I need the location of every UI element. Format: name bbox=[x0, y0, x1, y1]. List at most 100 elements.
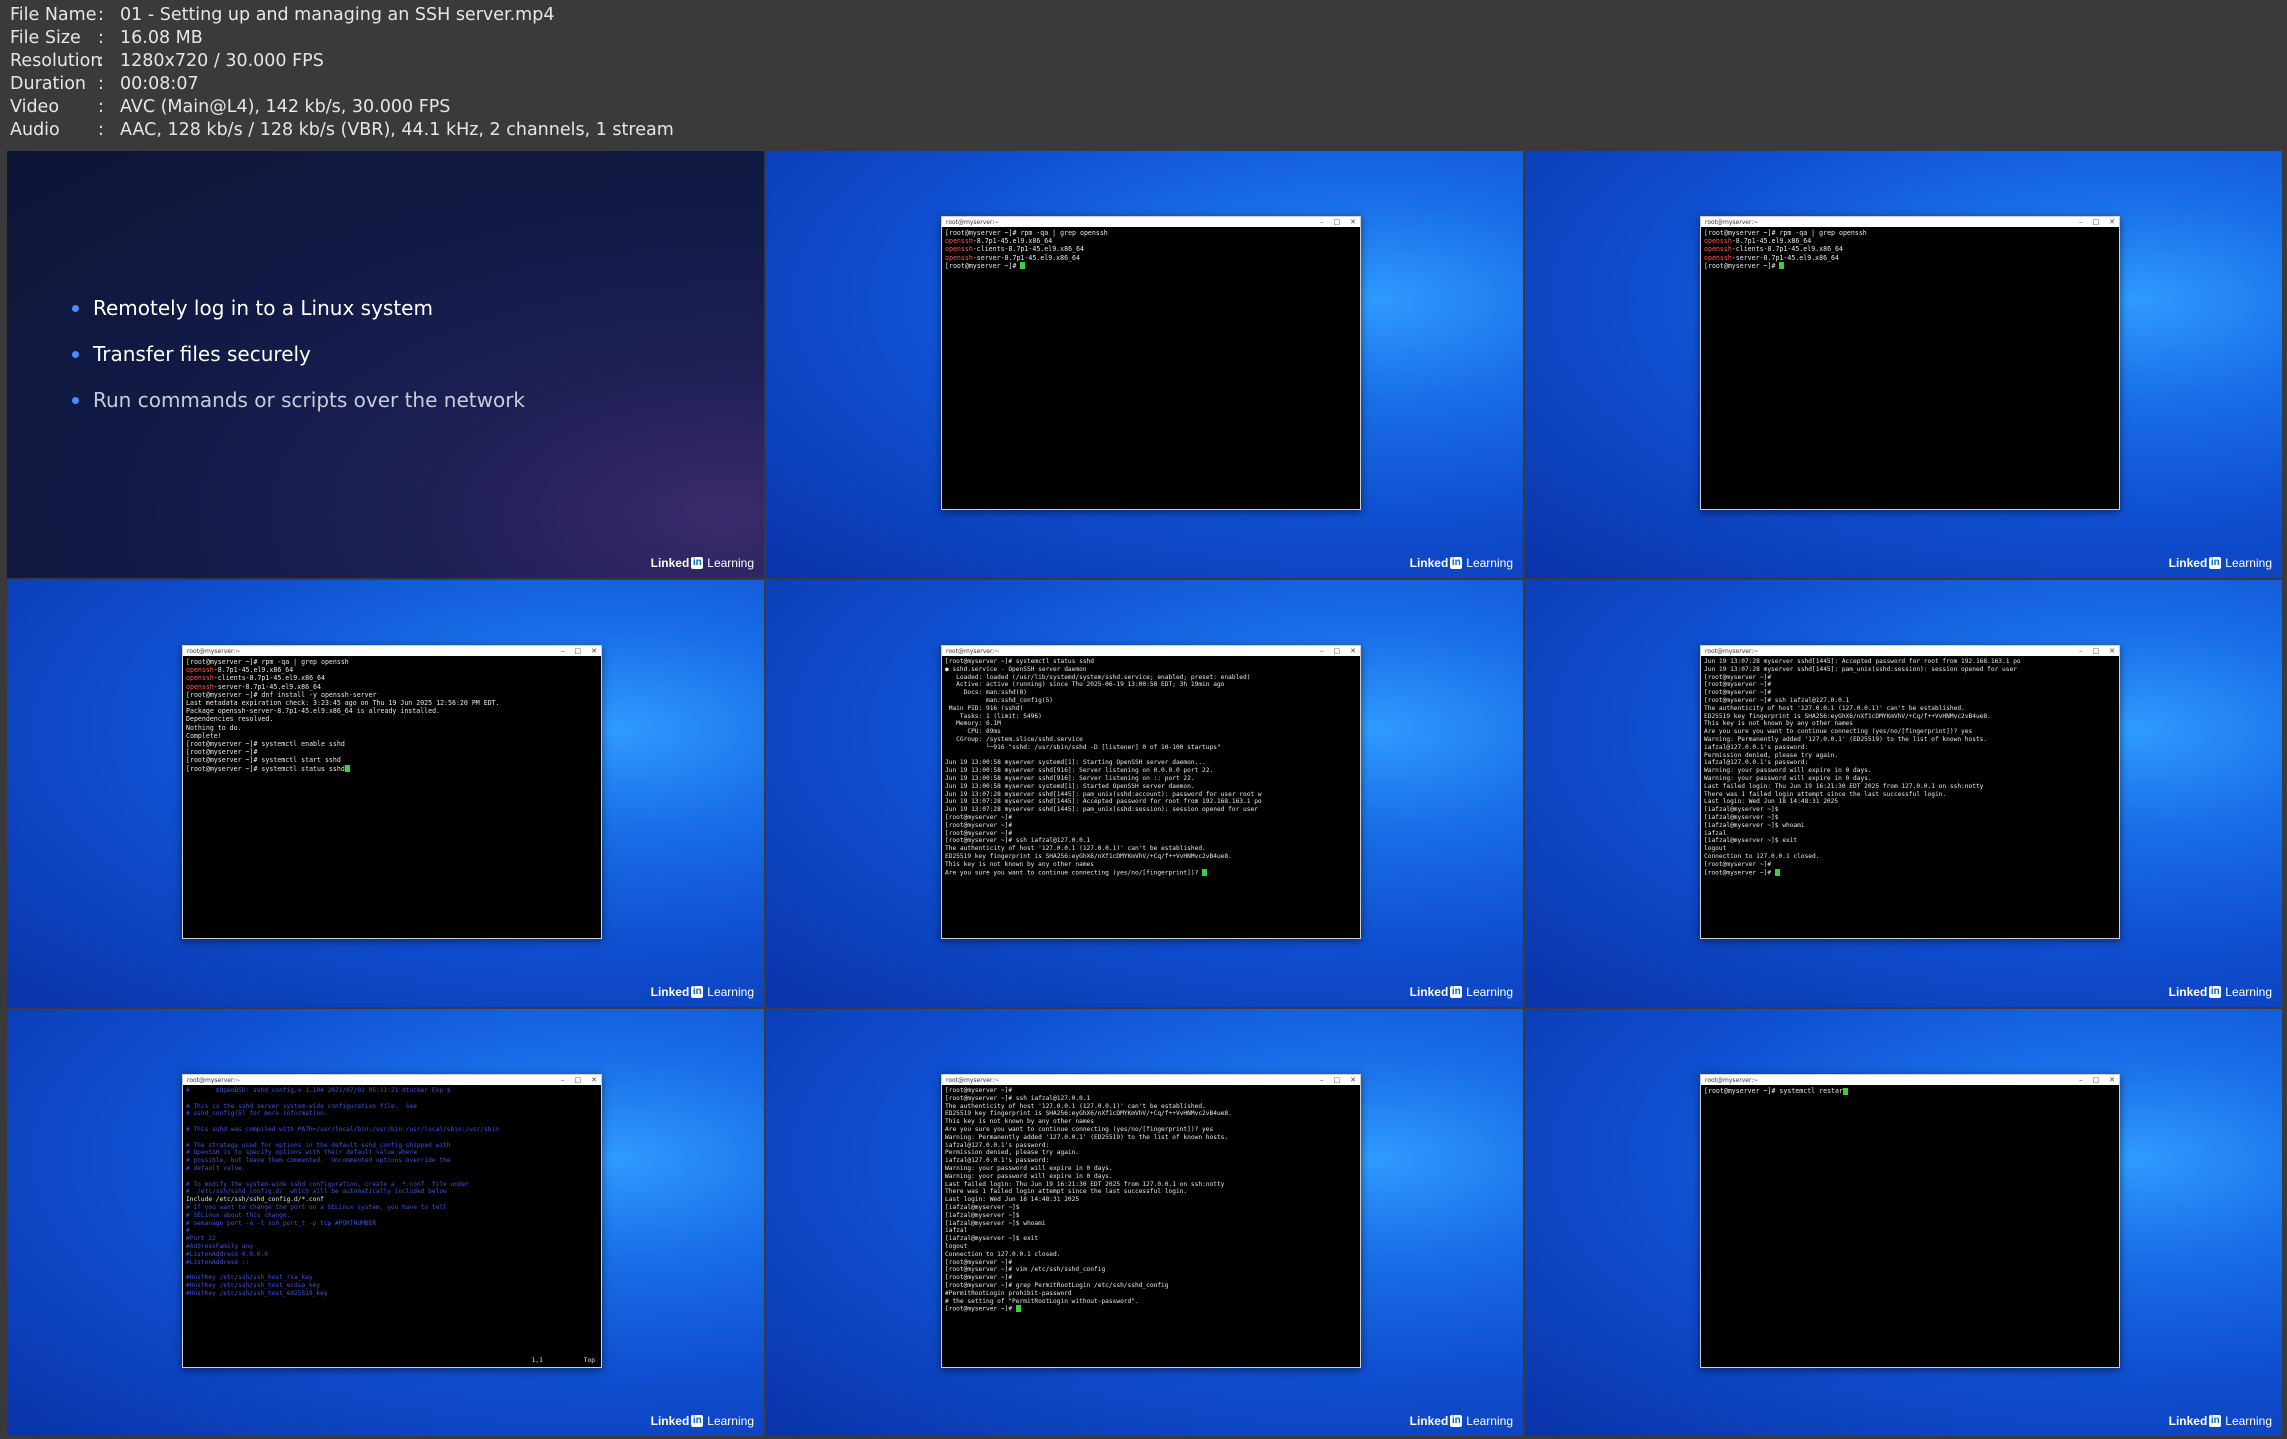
brand-learning: Learning bbox=[707, 985, 754, 999]
highlight-match: openssh bbox=[1704, 245, 1732, 254]
linkedin-learning-logo: Linked in Learning bbox=[651, 1414, 754, 1428]
close-icon[interactable]: ✕ bbox=[1350, 647, 1356, 655]
minimize-icon[interactable]: – bbox=[2079, 647, 2083, 655]
minimize-icon[interactable]: – bbox=[1320, 1076, 1324, 1084]
close-icon[interactable]: ✕ bbox=[2109, 1076, 2115, 1084]
terminal-line: [root@myserver ~]# systemctl restar bbox=[1704, 1087, 1843, 1095]
thumbnail-terminal[interactable]: root@myserver:~ – □ ✕ [root@myserver ~]# rp… bbox=[766, 151, 1523, 578]
info-value: AAC, 128 kb/s / 128 kb/s (VBR), 44.1 kHz… bbox=[120, 120, 674, 140]
maximize-icon[interactable]: □ bbox=[1334, 647, 1341, 655]
file-info-row: Resolution:1280x720 / 30.000 FPS bbox=[10, 51, 324, 71]
minimize-icon[interactable]: – bbox=[561, 1076, 565, 1084]
terminal-line: Permission denied, please try again. bbox=[1704, 751, 1839, 759]
terminal-output[interactable]: [root@myserver ~]# systemctl restar bbox=[1701, 1085, 2119, 1367]
terminal-output[interactable]: [root@myserver ~]# rpm -qa | grep openss… bbox=[1701, 227, 2119, 509]
terminal-line: Warning: Permanently added '127.0.0.1' (… bbox=[1704, 735, 1988, 743]
terminal-line: iafzal@127.0.0.1's password: bbox=[945, 1157, 1050, 1165]
window-titlebar: root@myserver:~ – □ ✕ bbox=[183, 1075, 601, 1085]
bullet-dot-icon bbox=[72, 396, 79, 404]
terminal-line: [root@myserver ~]# ssh iafzal@127.0.0.1 bbox=[945, 1094, 1091, 1102]
highlight-match: openssh bbox=[1704, 253, 1732, 262]
terminal-line: Are you sure you want to continue connec… bbox=[1704, 728, 1973, 736]
terminal-line: [iafzal@myserver ~]$ bbox=[945, 1211, 1020, 1219]
thumbnail-slide[interactable]: Remotely log in to a Linux system Transf… bbox=[7, 151, 764, 578]
window-title: root@myserver:~ bbox=[1705, 647, 1759, 655]
terminal-line: Warning: your password will expire in 0 … bbox=[1704, 767, 1872, 775]
terminal-line: [root@myserver ~]# bbox=[945, 1087, 1013, 1094]
close-icon[interactable]: ✕ bbox=[2109, 647, 2115, 655]
terminal-line: Loaded: loaded (/usr/lib/systemd/system/… bbox=[945, 673, 1251, 681]
terminal-output[interactable]: Jun 19 13:07:28 myserver sshd[1445]: Acc… bbox=[1701, 656, 2119, 938]
minimize-icon[interactable]: – bbox=[561, 647, 565, 655]
close-icon[interactable]: ✕ bbox=[1350, 1076, 1356, 1084]
terminal-line: openssh-server-8.7p1-45.el9.x86_64 bbox=[945, 253, 1080, 262]
window-titlebar: root@myserver:~ – □ ✕ bbox=[1701, 646, 2119, 656]
terminal-line: The authenticity of host '127.0.0.1 (127… bbox=[945, 1102, 1206, 1110]
minimize-icon[interactable]: – bbox=[2079, 1076, 2083, 1084]
thumbnail-terminal[interactable]: root@myserver:~ – □ ✕ [root@myserver ~]# sy… bbox=[766, 580, 1523, 1007]
terminal-output[interactable]: [root@myserver ~]# systemctl status sshd… bbox=[942, 656, 1360, 938]
window-titlebar: root@myserver:~ – □ ✕ bbox=[942, 1075, 1360, 1085]
terminal-line: Jun 19 13:00:58 myserver systemd[1]: Sta… bbox=[945, 782, 1195, 790]
close-icon[interactable]: ✕ bbox=[1350, 218, 1356, 226]
info-value: 01 - Setting up and managing an SSH serv… bbox=[120, 5, 555, 25]
terminal-line: [root@myserver ~]# bbox=[1704, 860, 1772, 868]
bullet-dot-icon bbox=[72, 350, 79, 358]
terminal-output[interactable]: [root@myserver ~]# [root@myserver ~]# ss… bbox=[942, 1085, 1360, 1367]
vim-editor[interactable]: # $OpenBSD: sshd_config,v 1.104 2021/07/… bbox=[183, 1085, 601, 1367]
brand-linked: Linked bbox=[2168, 556, 2208, 570]
brand-learning: Learning bbox=[707, 1414, 754, 1428]
info-key: Resolution bbox=[10, 51, 102, 71]
terminal-window: root@myserver:~ – □ ✕ [root@myserver ~]# sy… bbox=[941, 645, 1361, 939]
thumbnail-terminal[interactable]: root@myserver:~ – □ ✕ [root@myserver ~]# rp… bbox=[1525, 151, 2282, 578]
thumbnail-terminal[interactable]: root@myserver:~ – □ ✕ [root@myserver ~]# [r… bbox=[766, 1009, 1523, 1436]
file-info-row: Audio: AAC, 128 kb/s / 128 kb/s (VBR), 44… bbox=[10, 120, 674, 140]
maximize-icon[interactable]: □ bbox=[2093, 647, 2100, 655]
minimize-icon[interactable]: – bbox=[1320, 647, 1324, 655]
minimize-icon[interactable]: – bbox=[2079, 218, 2083, 226]
info-value: AVC (Main@L4), 142 kb/s, 30.000 FPS bbox=[120, 97, 451, 117]
brand-linked: Linked bbox=[1409, 1414, 1449, 1428]
terminal-output[interactable]: [root@myserver ~]# rpm -qa | grep openss… bbox=[942, 227, 1360, 509]
terminal-line: [root@myserver ~]# systemctl status sshd bbox=[945, 658, 1095, 665]
window-title: root@myserver:~ bbox=[187, 1076, 241, 1084]
close-icon[interactable]: ✕ bbox=[591, 1076, 597, 1084]
terminal-line: Permission denied, please try again. bbox=[945, 1149, 1080, 1157]
info-value: 00:08:07 bbox=[120, 74, 199, 94]
thumbnail-terminal[interactable]: root@myserver:~ – □ ✕ [root@myserver ~]# sy… bbox=[1525, 1009, 2282, 1436]
maximize-icon[interactable]: □ bbox=[575, 647, 582, 655]
terminal-line: Jun 19 13:00:58 myserver sshd[916]: Serv… bbox=[945, 767, 1214, 775]
terminal-line: #PermitRootLogin prohibit-password bbox=[945, 1289, 1072, 1297]
brand-learning: Learning bbox=[2225, 985, 2272, 999]
maximize-icon[interactable]: □ bbox=[1334, 218, 1341, 226]
maximize-icon[interactable]: □ bbox=[575, 1076, 582, 1084]
terminal-line: Main PID: 916 (sshd) bbox=[945, 704, 1024, 712]
maximize-icon[interactable]: □ bbox=[2093, 1076, 2100, 1084]
brand-linked: Linked bbox=[650, 1414, 690, 1428]
file-info-row: Video: AVC (Main@L4), 142 kb/s, 30.000 FP… bbox=[10, 97, 451, 117]
maximize-icon[interactable]: □ bbox=[1334, 1076, 1341, 1084]
terminal-window: root@myserver:~ – □ ✕ [root@myserver ~]# rp… bbox=[1700, 216, 2120, 510]
brand-learning: Learning bbox=[1466, 1414, 1513, 1428]
linkedin-icon: in bbox=[1450, 1415, 1463, 1427]
terminal-line: Warning: Permanently added '127.0.0.1' (… bbox=[945, 1133, 1229, 1141]
terminal-line: Warning: your password will expire in 0 … bbox=[945, 1172, 1113, 1180]
maximize-icon[interactable]: □ bbox=[2093, 218, 2100, 226]
thumbnail-terminal[interactable]: root@myserver:~ – □ ✕ # $OpenBSD: sshd_conf… bbox=[7, 1009, 764, 1436]
brand-linked: Linked bbox=[2168, 985, 2208, 999]
thumbnail-terminal[interactable]: root@myserver:~ – □ ✕ Jun 19 13:07:28 myser… bbox=[1525, 580, 2282, 1007]
terminal-line: Last failed login: Thu Jun 19 16:21:30 E… bbox=[945, 1180, 1225, 1188]
cursor-icon bbox=[1020, 262, 1026, 270]
close-icon[interactable]: ✕ bbox=[591, 647, 597, 655]
terminal-line: [root@myserver ~]# bbox=[945, 1305, 1016, 1313]
thumbnail-terminal[interactable]: root@myserver:~ – □ ✕ [root@myserver ~]# rp… bbox=[7, 580, 764, 1007]
brand-learning: Learning bbox=[2225, 1414, 2272, 1428]
highlight-match: openssh bbox=[945, 237, 973, 246]
window-title: root@myserver:~ bbox=[187, 647, 241, 655]
minimize-icon[interactable]: – bbox=[1320, 218, 1324, 226]
cursor-icon bbox=[1202, 868, 1208, 876]
terminal-line: Connection to 127.0.0.1 closed. bbox=[945, 1250, 1061, 1258]
terminal-output[interactable]: [root@myserver ~]# rpm -qa | grep openss… bbox=[183, 656, 601, 938]
close-icon[interactable]: ✕ bbox=[2109, 218, 2115, 226]
terminal-line: Last failed login: Thu Jun 19 16:21:30 E… bbox=[1704, 782, 1984, 790]
